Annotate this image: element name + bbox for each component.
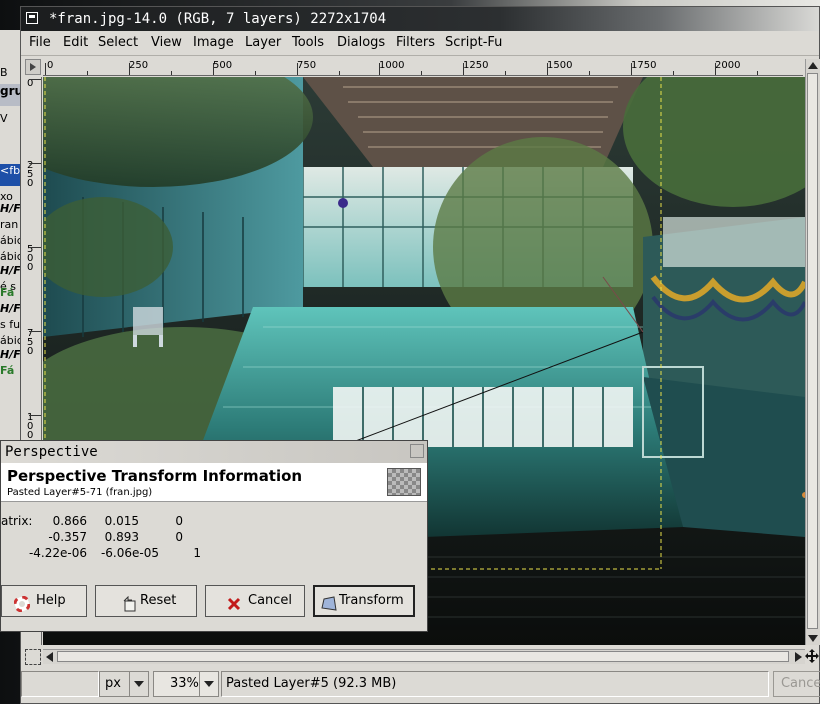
unit-select[interactable]: px xyxy=(99,671,149,697)
vertical-scrollbar[interactable] xyxy=(805,59,820,645)
horizontal-ruler[interactable]: 0 250 500 750 1000 1250 1500 1750 2000 xyxy=(43,59,803,76)
bg-fragment: H/F xyxy=(0,302,21,315)
menu-view[interactable]: View xyxy=(151,35,182,50)
bg-fragment: H/F xyxy=(0,264,21,277)
bg-fragment: s fu xyxy=(0,318,21,331)
bg-title-bar: gru xyxy=(0,84,22,106)
scroll-up-arrow-icon[interactable] xyxy=(808,62,818,69)
ruler-label: 1500 xyxy=(547,60,573,71)
layer-preview-thumbnail xyxy=(387,468,421,496)
pointer-coordinates xyxy=(21,671,99,697)
transform-icon xyxy=(321,594,337,611)
quickmask-icon[interactable] xyxy=(25,649,41,665)
help-button[interactable]: Help xyxy=(1,585,87,617)
menu-layer[interactable]: Layer xyxy=(245,35,281,50)
cancel-button-label: Cancel xyxy=(248,593,293,608)
matrix-cell: -0.357 xyxy=(48,530,87,544)
bg-fragment: Fá xyxy=(0,364,15,377)
menu-image[interactable]: Image xyxy=(193,35,234,50)
reset-icon xyxy=(122,594,138,612)
bg-fragment: B xyxy=(0,66,8,79)
zoom-value: 33% xyxy=(170,676,199,691)
navigate-icon[interactable] xyxy=(805,649,819,663)
bg-fragment: V xyxy=(0,112,8,125)
status-message: Pasted Layer#5 (92.3 MB) xyxy=(226,676,397,691)
matrix-cell: 0.015 xyxy=(104,514,139,528)
transform-button[interactable]: Transform xyxy=(313,585,415,617)
ruler-label: 2000 xyxy=(715,60,741,71)
matrix-label: atrix: xyxy=(1,514,33,528)
menu-filters[interactable]: Filters xyxy=(396,35,435,50)
horizontal-scroll-thumb[interactable] xyxy=(57,651,789,662)
ruler-label: 1000 xyxy=(379,60,405,71)
horizontal-scrollbar[interactable] xyxy=(43,649,805,664)
cancel-button[interactable]: Cancel xyxy=(205,585,305,617)
help-button-label: Help xyxy=(36,593,66,608)
matrix-cell: 0 xyxy=(175,514,183,528)
unit-value: px xyxy=(105,676,121,691)
ruler-label: 500 xyxy=(213,60,233,71)
matrix-cell: 0.866 xyxy=(52,514,87,528)
chevron-down-icon[interactable] xyxy=(199,672,218,696)
window-titlebar[interactable]: *fran.jpg-14.0 (RGB, 7 layers) 2272x1704 xyxy=(21,7,819,31)
ruler-label: 750 xyxy=(297,60,317,71)
menubar: File Edit Select View Image Layer Tools … xyxy=(21,31,819,56)
menu-tools[interactable]: Tools xyxy=(292,35,324,50)
vertical-scroll-thumb[interactable] xyxy=(807,73,818,629)
reset-button[interactable]: Reset xyxy=(95,585,197,617)
dialog-heading: Perspective Transform Information xyxy=(7,467,303,485)
ruler-label: 1250 xyxy=(463,60,489,71)
menu-file[interactable]: File xyxy=(29,35,51,50)
perspective-dialog: Perspective Perspective Transform Inform… xyxy=(0,440,428,632)
reset-button-label: Reset xyxy=(140,593,177,608)
matrix-cell: 0.893 xyxy=(104,530,139,544)
ruler-label: 2 5 0 xyxy=(27,160,34,189)
navigate-menu-button[interactable] xyxy=(25,59,41,75)
ruler-label: 0 xyxy=(47,60,54,71)
dialog-title: Perspective xyxy=(5,444,98,460)
bg-fragment: H/F xyxy=(0,348,21,361)
dialog-titlebar[interactable]: Perspective xyxy=(1,441,427,464)
ruler-label: 250 xyxy=(129,60,149,71)
cancel-icon xyxy=(226,594,242,611)
matrix-cell: 0 xyxy=(175,530,183,544)
bg-fragment: ran xyxy=(0,218,19,231)
close-icon[interactable] xyxy=(410,444,424,458)
help-icon xyxy=(13,594,31,613)
bg-fragment: Fá xyxy=(0,286,15,299)
ruler-label: 1 0 0 xyxy=(27,412,34,441)
statusbar-cancel-button[interactable]: Cancel xyxy=(773,671,820,697)
menu-edit[interactable]: Edit xyxy=(63,35,88,50)
menu-script-fu[interactable]: Script-Fu xyxy=(445,35,502,50)
menu-dialogs[interactable]: Dialogs xyxy=(337,35,385,50)
ruler-label: 5 0 0 xyxy=(27,244,34,273)
dialog-header: Perspective Transform Information Pasted… xyxy=(1,463,427,502)
scroll-right-arrow-icon[interactable] xyxy=(795,652,802,662)
matrix-cell: -6.06e-05 xyxy=(100,546,159,560)
bg-selected-item[interactable]: <fb xyxy=(0,164,22,186)
ruler-label: 1750 xyxy=(631,60,657,71)
scroll-down-arrow-icon[interactable] xyxy=(808,635,818,642)
ruler-label: 0 xyxy=(27,78,34,89)
menu-select[interactable]: Select xyxy=(98,35,138,50)
ruler-label: 7 5 0 xyxy=(27,328,34,357)
matrix-cell: 1 xyxy=(193,546,201,560)
statusbar: px 33% Pasted Layer#5 (92.3 MB) Cancel xyxy=(21,667,820,703)
window-menu-icon[interactable] xyxy=(26,12,38,24)
chevron-down-icon[interactable] xyxy=(129,672,148,696)
window-title: *fran.jpg-14.0 (RGB, 7 layers) 2272x1704 xyxy=(49,11,387,27)
status-message-area: Pasted Layer#5 (92.3 MB) xyxy=(221,671,769,697)
transform-button-label: Transform xyxy=(339,593,404,608)
scroll-left-arrow-icon[interactable] xyxy=(46,652,53,662)
bg-fragment: H/F xyxy=(0,202,21,215)
matrix-cell: -4.22e-06 xyxy=(28,546,87,560)
zoom-select[interactable]: 33% xyxy=(153,671,219,697)
dialog-subheading: Pasted Layer#5-71 (fran.jpg) xyxy=(7,487,153,498)
